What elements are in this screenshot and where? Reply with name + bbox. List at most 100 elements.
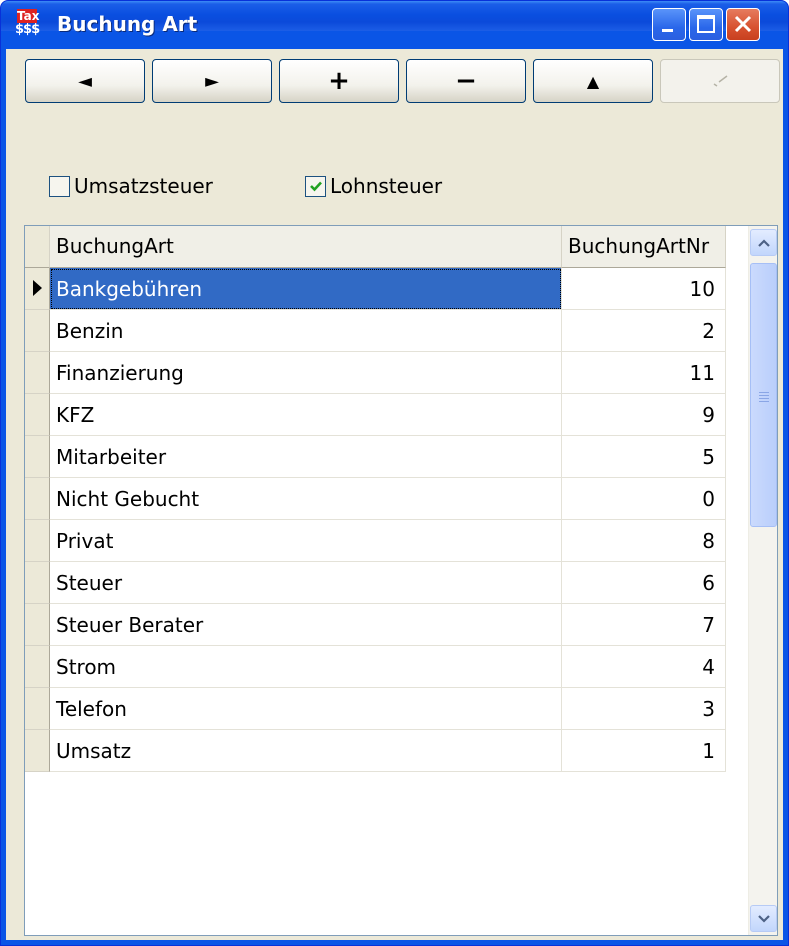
cell-buchungartnr[interactable]: 4 bbox=[562, 646, 726, 688]
first-record-button[interactable]: ◄ bbox=[25, 59, 145, 103]
cell-buchungart[interactable]: Umsatz bbox=[50, 730, 562, 772]
post-edit-button[interactable] bbox=[660, 59, 780, 103]
cell-buchungart[interactable]: Privat bbox=[50, 520, 562, 562]
minimize-icon bbox=[662, 29, 673, 32]
table-row[interactable]: Finanzierung 11 bbox=[25, 352, 726, 394]
cell-buchungart[interactable]: Strom bbox=[50, 646, 562, 688]
cell-buchungartnr[interactable]: 5 bbox=[562, 436, 726, 478]
add-record-button[interactable]: + bbox=[279, 59, 399, 103]
chevron-down-icon bbox=[757, 914, 770, 923]
cell-buchungart[interactable]: Benzin bbox=[50, 310, 562, 352]
cell-text: Privat bbox=[56, 529, 114, 553]
vertical-scrollbar[interactable] bbox=[748, 226, 777, 935]
table-row[interactable]: Steuer Berater 7 bbox=[25, 604, 726, 646]
table-row[interactable]: Bankgebühren 10 bbox=[25, 268, 726, 310]
cell-text: Mitarbeiter bbox=[56, 445, 167, 469]
row-indicator[interactable] bbox=[25, 688, 50, 730]
table-row[interactable]: Benzin 2 bbox=[25, 310, 726, 352]
table-row[interactable]: Telefon 3 bbox=[25, 688, 726, 730]
row-indicator[interactable] bbox=[25, 520, 50, 562]
scroll-up-button[interactable] bbox=[750, 229, 777, 256]
row-indicator[interactable] bbox=[25, 310, 50, 352]
maximize-icon bbox=[697, 15, 715, 33]
cell-buchungartnr[interactable]: 1 bbox=[562, 730, 726, 772]
cell-text: Nicht Gebucht bbox=[56, 487, 200, 511]
row-indicator[interactable] bbox=[25, 352, 50, 394]
row-indicator[interactable] bbox=[25, 730, 50, 772]
row-indicator[interactable] bbox=[25, 478, 50, 520]
cell-buchungartnr[interactable]: 11 bbox=[562, 352, 726, 394]
row-indicator[interactable] bbox=[25, 394, 50, 436]
cell-buchungart[interactable]: Bankgebühren bbox=[50, 268, 562, 310]
cell-text: Steuer Berater bbox=[56, 613, 204, 637]
lohnsteuer-filter[interactable]: Lohnsteuer bbox=[305, 173, 442, 199]
row-indicator[interactable] bbox=[25, 646, 50, 688]
grip-icon bbox=[759, 392, 769, 404]
icon-text-top: Tax bbox=[17, 9, 40, 23]
client-area: ◄ ► + − ▲ Umsatzsteuer Lohnsteuer Buchun… bbox=[6, 49, 783, 940]
delete-record-button[interactable]: − bbox=[406, 59, 526, 103]
cell-text: 6 bbox=[702, 571, 715, 595]
arrow-up-icon: ▲ bbox=[586, 71, 600, 91]
table-row[interactable]: Nicht Gebucht 0 bbox=[25, 478, 726, 520]
maximize-button[interactable] bbox=[689, 8, 723, 41]
cell-buchungart[interactable]: Nicht Gebucht bbox=[50, 478, 562, 520]
cell-buchungart[interactable]: Finanzierung bbox=[50, 352, 562, 394]
table-row[interactable]: Privat 8 bbox=[25, 520, 726, 562]
scroll-thumb[interactable] bbox=[750, 263, 777, 527]
umsatzsteuer-filter[interactable]: Umsatzsteuer bbox=[49, 173, 213, 199]
cell-buchungartnr[interactable]: 8 bbox=[562, 520, 726, 562]
cell-text: Finanzierung bbox=[56, 361, 184, 385]
scroll-down-button[interactable] bbox=[750, 905, 777, 932]
cell-text: 3 bbox=[702, 697, 715, 721]
row-indicator[interactable] bbox=[25, 562, 50, 604]
row-indicator[interactable] bbox=[25, 604, 50, 646]
check-icon bbox=[713, 75, 728, 87]
cell-buchungart[interactable]: Steuer bbox=[50, 562, 562, 604]
table-row[interactable]: KFZ 9 bbox=[25, 394, 726, 436]
cell-text: Benzin bbox=[56, 319, 124, 343]
row-indicator[interactable] bbox=[25, 436, 50, 478]
cell-text: Steuer bbox=[56, 571, 123, 595]
cell-text: 9 bbox=[702, 403, 715, 427]
move-up-button[interactable]: ▲ bbox=[533, 59, 653, 103]
cell-text: 1 bbox=[702, 739, 715, 763]
cell-buchungartnr[interactable]: 10 bbox=[562, 268, 726, 310]
cell-buchungart[interactable]: KFZ bbox=[50, 394, 562, 436]
cell-buchungartnr[interactable]: 3 bbox=[562, 688, 726, 730]
umsatzsteuer-checkbox[interactable] bbox=[49, 175, 70, 197]
cell-text: Telefon bbox=[56, 697, 127, 721]
column-header-buchungart[interactable]: BuchungArt bbox=[50, 226, 562, 268]
table-row[interactable]: Umsatz 1 bbox=[25, 730, 726, 772]
minimize-button[interactable] bbox=[652, 8, 686, 41]
column-header-label: BuchungArtNr bbox=[568, 234, 710, 258]
buchungart-grid[interactable]: BuchungArt BuchungArtNr Bankgebühren 10 Be… bbox=[24, 225, 778, 936]
cell-buchungartnr[interactable]: 2 bbox=[562, 310, 726, 352]
icon-text-bottom: $$$ bbox=[15, 22, 40, 37]
cell-text: 5 bbox=[702, 445, 715, 469]
cell-buchungartnr[interactable]: 0 bbox=[562, 478, 726, 520]
cell-buchungart[interactable]: Steuer Berater bbox=[50, 604, 562, 646]
lohnsteuer-checkbox[interactable] bbox=[305, 175, 326, 197]
close-button[interactable] bbox=[726, 8, 760, 41]
table-row[interactable]: Steuer 6 bbox=[25, 562, 726, 604]
header-indicator bbox=[25, 226, 50, 268]
cell-buchungart[interactable]: Mitarbeiter bbox=[50, 436, 562, 478]
next-record-button[interactable]: ► bbox=[152, 59, 272, 103]
cell-text: 7 bbox=[702, 613, 715, 637]
title-bar[interactable]: Tax $$$ Buchung Art bbox=[1, 1, 788, 41]
close-icon bbox=[734, 15, 752, 33]
row-indicator[interactable] bbox=[25, 268, 50, 310]
cell-buchungartnr[interactable]: 9 bbox=[562, 394, 726, 436]
cell-text: 10 bbox=[689, 277, 715, 301]
table-row[interactable]: Mitarbeiter 5 bbox=[25, 436, 726, 478]
cell-buchungart[interactable]: Telefon bbox=[50, 688, 562, 730]
cell-buchungartnr[interactable]: 7 bbox=[562, 604, 726, 646]
cell-buchungartnr[interactable]: 6 bbox=[562, 562, 726, 604]
column-header-buchungartnr[interactable]: BuchungArtNr bbox=[562, 226, 726, 268]
umsatzsteuer-label: Umsatzsteuer bbox=[74, 174, 213, 198]
table-row[interactable]: Strom 4 bbox=[25, 646, 726, 688]
cell-text: Umsatz bbox=[56, 739, 132, 763]
column-header-label: BuchungArt bbox=[56, 234, 174, 258]
tax-app-icon: Tax $$$ bbox=[15, 9, 45, 39]
